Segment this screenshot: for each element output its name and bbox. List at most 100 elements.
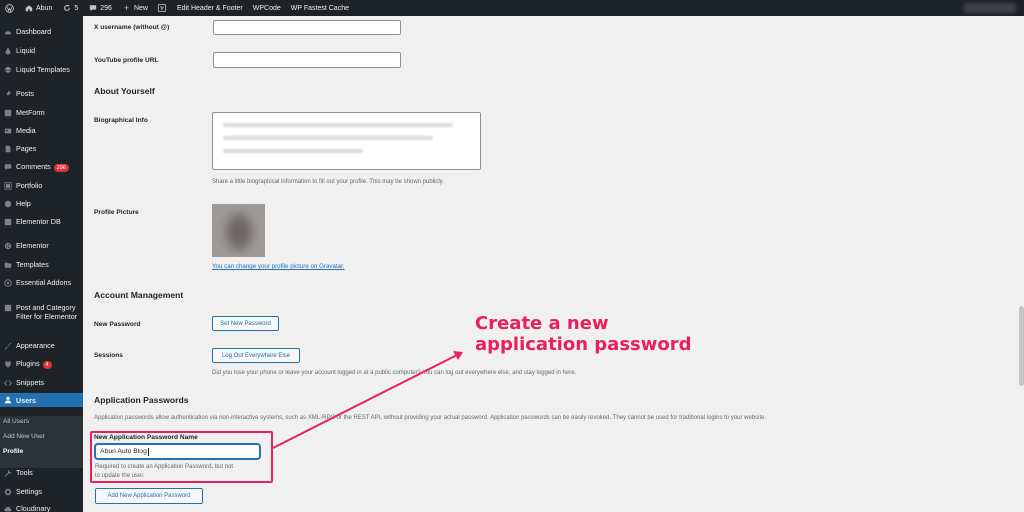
sidebar-item-plugins[interactable]: Plugins 4 — [0, 359, 83, 369]
edit-header-footer-link[interactable]: Edit Header & Footer — [172, 0, 248, 16]
sidebar-item-portfolio[interactable]: Portfolio — [0, 181, 83, 190]
profile-picture-label: Profile Picture — [94, 209, 139, 216]
submenu-profile[interactable]: Profile — [3, 448, 23, 455]
annotation-highlight-box — [90, 431, 273, 483]
bio-blurred-line — [223, 149, 363, 153]
admin-sidebar: Dashboard Liquid Liquid Templates Posts … — [0, 16, 83, 512]
bio-blurred-line — [223, 123, 453, 127]
refresh-icon — [62, 4, 71, 13]
annotation-line-1: Create a new — [475, 313, 609, 334]
portfolio-icon — [3, 181, 12, 190]
sidebar-item-elementor[interactable]: Elementor — [0, 241, 83, 250]
plugins-label: Plugins — [16, 359, 40, 368]
database-icon — [3, 217, 12, 226]
about-yourself-heading: About Yourself — [94, 86, 155, 96]
media-icon — [3, 126, 12, 135]
annotation-line-2: application password — [475, 334, 692, 355]
submenu-add-new-user[interactable]: Add New User — [3, 433, 45, 440]
youtube-label: YouTube profile URL — [94, 57, 159, 64]
layers-icon — [3, 65, 12, 74]
sidebar-item-post-category-filter[interactable]: Post and Category Filter for Elementor — [0, 303, 83, 321]
drop-icon — [3, 46, 12, 55]
users-submenu: All Users Add New User Profile — [0, 416, 83, 468]
application-passwords-heading: Application Passwords — [94, 395, 189, 405]
admin-bar: Abun 5 296 + New Edit Header & Footer WP… — [0, 0, 1024, 16]
sidebar-item-tools[interactable]: Tools — [0, 468, 83, 477]
set-new-password-button[interactable]: Set New Password — [212, 316, 279, 331]
sidebar-item-appearance[interactable]: Appearance — [0, 341, 83, 350]
sidebar-item-liquid-templates[interactable]: Liquid Templates — [0, 65, 83, 74]
sidebar-item-liquid[interactable]: Liquid — [0, 46, 83, 55]
new-content-link[interactable]: + New — [117, 0, 153, 16]
wpcode-link[interactable]: WPCode — [248, 0, 286, 16]
comments-label: Comments — [16, 162, 51, 171]
comment-bubble-icon — [88, 4, 97, 13]
page-scrollbar[interactable] — [1019, 306, 1024, 386]
form-icon — [3, 108, 12, 117]
sidebar-item-users[interactable]: Users — [0, 393, 83, 407]
wordpress-logo[interactable] — [0, 0, 19, 16]
home-icon — [24, 4, 33, 13]
plugins-badge: 4 — [42, 361, 52, 369]
sidebar-item-templates[interactable]: Templates — [0, 260, 83, 269]
sidebar-item-help[interactable]: Help — [0, 199, 83, 208]
updates-count: 5 — [74, 4, 79, 12]
page-icon — [3, 144, 12, 153]
sidebar-item-media[interactable]: Media — [0, 126, 83, 135]
yoast-icon — [158, 4, 167, 13]
bio-description: Share a little biographical information … — [212, 179, 444, 185]
profile-content: X username (without @) YouTube profile U… — [83, 16, 1024, 512]
submenu-all-users[interactable]: All Users — [3, 418, 29, 425]
account-blurred — [964, 3, 1016, 13]
wp-fastest-cache-link[interactable]: WP Fastest Cache — [286, 0, 354, 16]
pin-icon — [3, 89, 12, 98]
x-username-input[interactable] — [213, 20, 401, 35]
new-label: New — [133, 4, 148, 12]
comments-badge: 296 — [53, 164, 69, 172]
add-app-password-button[interactable]: Add New Application Password — [95, 488, 203, 504]
yoast-link[interactable] — [153, 0, 172, 16]
sidebar-item-essential-addons[interactable]: Essential Addons — [0, 278, 83, 287]
sessions-label: Sessions — [94, 352, 123, 359]
sidebar-item-dashboard[interactable]: Dashboard — [0, 27, 83, 36]
plugin-icon — [3, 359, 12, 368]
settings-icon — [3, 487, 12, 496]
help-icon — [3, 199, 12, 208]
wordpress-icon — [5, 3, 14, 13]
bio-textarea[interactable] — [212, 112, 481, 170]
sidebar-item-cloudinary[interactable]: Cloudinary — [0, 504, 83, 512]
filter-icon — [3, 303, 12, 312]
youtube-url-input[interactable] — [213, 52, 401, 68]
folder-icon — [3, 260, 12, 269]
code-icon — [3, 378, 12, 387]
comments-link[interactable]: 296 — [83, 0, 117, 16]
new-password-label: New Password — [94, 321, 141, 328]
comments-count: 296 — [100, 4, 112, 12]
site-name: Abun — [36, 4, 53, 12]
sidebar-item-snippets[interactable]: Snippets — [0, 378, 83, 387]
plus-icon: + — [123, 3, 130, 13]
annotation-arrow-icon — [272, 351, 463, 449]
brush-icon — [3, 341, 12, 350]
sidebar-item-metform[interactable]: MetForm — [0, 108, 83, 117]
elementor-icon — [3, 241, 12, 250]
sidebar-item-elementor-db[interactable]: Elementor DB — [0, 217, 83, 226]
sidebar-item-pages[interactable]: Pages — [0, 144, 83, 153]
site-name-link[interactable]: Abun — [19, 0, 57, 16]
addons-icon — [3, 278, 12, 287]
x-username-label: X username (without @) — [94, 24, 170, 31]
sidebar-item-posts[interactable]: Posts — [0, 89, 83, 98]
updates-link[interactable]: 5 — [57, 0, 83, 16]
account-management-heading: Account Management — [94, 290, 184, 300]
bio-blurred-line — [223, 136, 433, 140]
cloud-icon — [3, 504, 12, 512]
bio-label: Biographical Info — [94, 117, 148, 124]
comment-icon — [3, 162, 12, 171]
dashboard-icon — [3, 27, 12, 36]
users-icon — [3, 396, 12, 405]
wrench-icon — [3, 468, 12, 477]
gravatar-link[interactable]: You can change your profile picture on G… — [212, 263, 345, 270]
sidebar-item-settings[interactable]: Settings — [0, 487, 83, 496]
sidebar-item-comments[interactable]: Comments 296 — [0, 162, 83, 172]
avatar — [212, 204, 265, 257]
